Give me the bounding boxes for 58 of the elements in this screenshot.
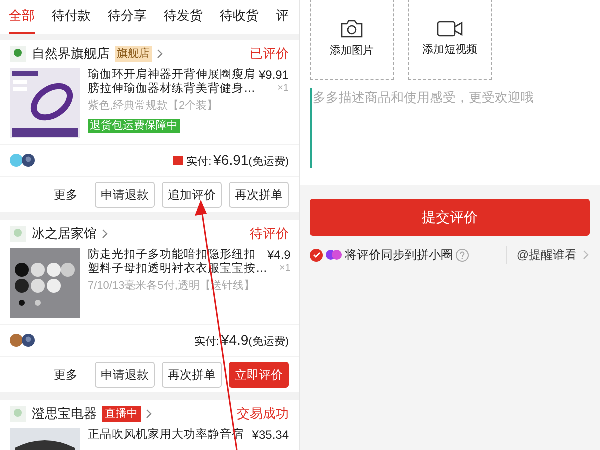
product-price: ¥9.91 (258, 68, 289, 82)
avatar-icon (22, 334, 35, 347)
product-title: 膀拉伸瑜伽器材练背美背健身… (88, 82, 256, 96)
order-action-button[interactable]: 申请退款 (95, 362, 155, 388)
shipping-note: (免运费) (248, 155, 289, 170)
circle-logo-icon (326, 250, 342, 260)
camera-icon (341, 20, 363, 38)
flagship-badge: 旗舰店 (115, 46, 152, 62)
review-input[interactable]: 多多描述商品和使用感受，更受欢迎哦 (310, 88, 590, 168)
order-status: 交易成功 (237, 405, 289, 424)
chevron-right-icon (583, 250, 590, 260)
order-tab[interactable]: 评 (276, 0, 289, 34)
product-price: ¥4.9 (268, 248, 291, 262)
shop-name[interactable]: 澄思宝电器 (32, 404, 97, 424)
check-icon (312, 251, 320, 259)
product-title: 瑜伽环开肩神器开背伸展圈瘦肩 (88, 68, 257, 82)
order-tab[interactable]: 待分享 (108, 0, 147, 34)
more-button[interactable]: 更多 (54, 186, 78, 204)
shop-name[interactable]: 自然界旗舰店 (32, 44, 110, 64)
chevron-right-icon (145, 409, 153, 419)
paid-label: 实付: (194, 334, 220, 350)
chevron-right-icon (101, 229, 109, 239)
chevron-right-icon (156, 49, 164, 59)
order-tab[interactable]: 待发货 (164, 0, 203, 34)
live-badge: 直播中 (102, 406, 141, 422)
mention-link[interactable]: @提醒谁看 (506, 246, 577, 264)
submit-review-button[interactable]: 提交评价 (310, 199, 590, 236)
shipping-note: (免运费) (248, 335, 289, 350)
shop-logo-icon (10, 226, 26, 242)
video-camera-icon (437, 20, 463, 37)
quantity: ×1 (279, 262, 291, 276)
paid-label: 实付: (186, 154, 212, 170)
paid-amount: ¥6.91 (214, 151, 249, 170)
order-tab[interactable]: 全部 (9, 0, 35, 34)
order-tab[interactable]: 待付款 (52, 0, 91, 34)
quantity: ×1 (278, 82, 289, 96)
avatar-icon (10, 334, 23, 347)
order-action-button[interactable]: 申请退款 (95, 182, 155, 208)
order-status: 待评价 (250, 225, 289, 244)
avatar-icon (22, 154, 35, 167)
shop-logo-icon (10, 46, 26, 62)
product-spec: 紫色,经典常规款【2个装】 (88, 99, 220, 113)
order-status: 已评价 (250, 45, 289, 64)
paid-amount: ¥4.9 (221, 331, 249, 350)
more-button[interactable]: 更多 (54, 366, 78, 384)
order-tab[interactable]: 待收货 (220, 0, 259, 34)
order-action-button[interactable]: 再次拼单 (162, 362, 222, 388)
sync-checkbox[interactable] (310, 248, 323, 262)
avatar-icon (10, 154, 23, 167)
shop-name[interactable]: 冰之居家馆 (32, 224, 97, 244)
upload-button[interactable]: 添加图片 (310, 0, 394, 80)
guarantee-tag: 退货包运费保障中 (88, 119, 180, 133)
review-now-button[interactable]: 立即评价 (229, 362, 289, 388)
upload-button[interactable]: 添加短视频 (408, 0, 492, 80)
order-action-button[interactable]: 再次拼单 (229, 182, 289, 208)
shop-logo-icon (10, 406, 26, 422)
product-price: ¥35.34 (252, 428, 289, 442)
sync-label: 将评价同步到拼小圈 (345, 247, 453, 264)
